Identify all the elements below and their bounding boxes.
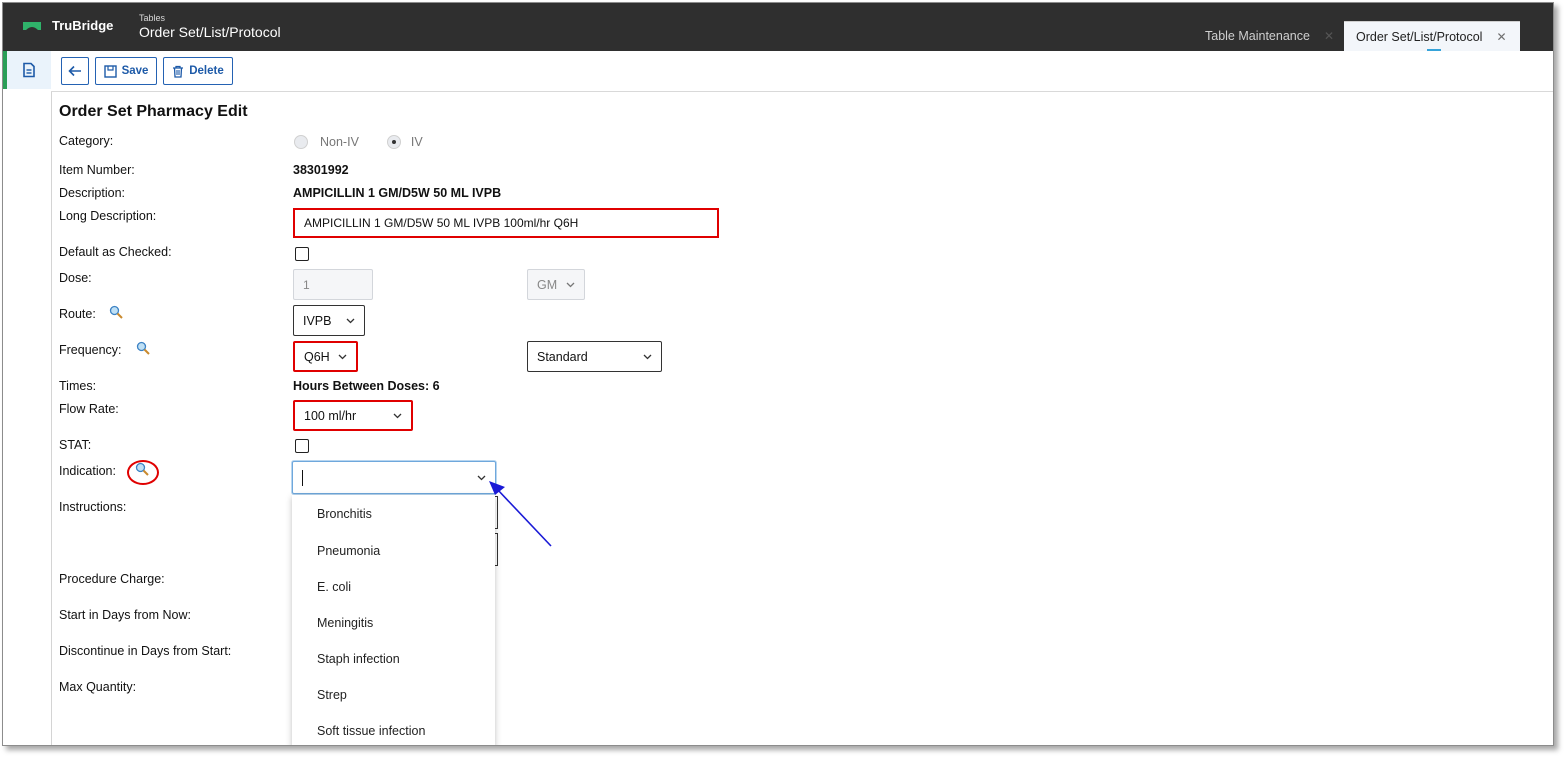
left-rail — [3, 51, 52, 745]
route-label-text: Route: — [59, 307, 96, 321]
radio-non-iv[interactable] — [294, 135, 308, 149]
trubridge-logo-icon — [23, 21, 41, 30]
flow-rate-label: Flow Rate: — [59, 402, 119, 416]
frequency-value: Q6H — [304, 349, 330, 364]
dose-label: Dose: — [59, 271, 92, 285]
route-select[interactable]: IVPB — [293, 305, 365, 336]
highlight-circle — [127, 460, 159, 485]
context-section: Tables — [139, 13, 166, 23]
tab-order-set[interactable]: Order Set/List/Protocol ✕ — [1344, 21, 1520, 52]
brand-name: TruBridge — [52, 18, 114, 33]
close-icon[interactable]: ✕ — [1324, 29, 1334, 43]
flow-rate-value: 100 ml/hr — [304, 408, 357, 423]
times-label: Times: — [59, 379, 97, 393]
procedure-charge-label: Procedure Charge: — [59, 572, 165, 586]
search-icon[interactable] — [109, 305, 123, 319]
frequency-schedule-value: Standard — [537, 349, 588, 364]
rail-item-document[interactable] — [3, 51, 51, 89]
dropdown-option[interactable]: E. coli — [292, 569, 495, 605]
close-icon[interactable]: ✕ — [1496, 30, 1506, 44]
stat-label: STAT: — [59, 438, 92, 452]
frequency-schedule-select[interactable]: Standard — [527, 341, 662, 372]
search-icon[interactable] — [136, 341, 150, 355]
radio-iv[interactable] — [386, 135, 401, 149]
start-days-label: Start in Days from Now: — [59, 608, 191, 622]
dose-value: 1 — [303, 277, 310, 292]
tab-label: Table Maintenance — [1205, 29, 1310, 43]
route-label: Route: — [59, 305, 123, 321]
chevron-down-icon — [643, 354, 652, 359]
arrow-left-icon — [68, 65, 81, 77]
text-cursor — [302, 469, 303, 486]
dose-input[interactable]: 1 — [293, 269, 373, 300]
default-checked-checkbox[interactable] — [295, 247, 309, 261]
indication-label-text: Indication: — [59, 464, 116, 478]
item-number-value: 38301992 — [293, 163, 349, 177]
dropdown-option[interactable]: Meningitis — [292, 605, 495, 641]
save-label: Save — [121, 65, 149, 77]
indication-dropdown-list: Bronchitis Pneumonia E. coli Meningitis … — [292, 495, 495, 745]
save-icon — [103, 64, 117, 78]
tab-label: Order Set/List/Protocol — [1356, 30, 1483, 44]
dose-unit-value: GM — [537, 277, 558, 292]
stat-checkbox[interactable] — [295, 439, 309, 453]
max-quantity-label: Max Quantity: — [59, 680, 137, 694]
page-title: Order Set Pharmacy Edit — [59, 103, 248, 120]
app-context: Tables Order Set/List/Protocol — [139, 13, 281, 41]
back-button[interactable] — [61, 57, 89, 85]
chevron-down-icon — [346, 318, 355, 323]
brand-logo: TruBridge — [22, 18, 113, 33]
frequency-label-text: Frequency: — [59, 343, 122, 357]
discontinue-days-label: Discontinue in Days from Start: — [59, 644, 232, 658]
dropdown-option[interactable]: Pneumonia — [292, 533, 495, 569]
category-radio-group: Non-IV IV — [294, 135, 423, 149]
dropdown-option[interactable]: Bronchitis — [292, 495, 495, 533]
radio-iv-label: IV — [410, 135, 423, 149]
dropdown-option[interactable]: Staph infection — [292, 641, 495, 677]
flow-rate-select[interactable]: 100 ml/hr — [293, 400, 413, 431]
top-bar: TruBridge Tables Order Set/List/Protocol… — [3, 3, 1553, 52]
dropdown-option[interactable]: Strep — [292, 677, 495, 713]
times-value: Hours Between Doses: 6 — [293, 379, 440, 393]
long-description-value: AMPICILLIN 1 GM/D5W 50 ML IVPB 100ml/hr … — [304, 216, 579, 230]
delete-button[interactable]: Delete — [163, 57, 233, 85]
route-value: IVPB — [303, 313, 332, 328]
instructions-label: Instructions: — [59, 500, 127, 514]
trash-icon — [173, 65, 184, 78]
indication-label: Indication: — [59, 462, 149, 478]
description-value: AMPICILLIN 1 GM/D5W 50 ML IVPB — [293, 186, 502, 200]
dose-unit-select[interactable]: GM — [527, 269, 585, 300]
long-description-label: Long Description: — [59, 209, 157, 223]
item-number-label: Item Number: — [59, 163, 135, 177]
toolbar: Save Delete — [51, 51, 1553, 92]
context-title: Order Set/List/Protocol — [139, 24, 281, 40]
app-window: TruBridge Tables Order Set/List/Protocol… — [2, 2, 1554, 746]
annotation-arrow-icon — [489, 481, 552, 547]
long-description-input[interactable]: AMPICILLIN 1 GM/D5W 50 ML IVPB 100ml/hr … — [293, 208, 719, 238]
default-checked-label: Default as Checked: — [59, 245, 172, 259]
dropdown-option[interactable]: Soft tissue infection — [292, 713, 495, 745]
delete-label: Delete — [189, 65, 224, 77]
tab-table-maintenance[interactable]: Table Maintenance ✕ — [1193, 21, 1346, 51]
radio-non-iv-label: Non-IV — [320, 135, 359, 149]
description-label: Description: — [59, 186, 125, 200]
frequency-label: Frequency: — [59, 341, 150, 357]
chevron-down-icon — [566, 282, 575, 287]
category-label: Category: — [59, 134, 114, 148]
frequency-select[interactable]: Q6H — [293, 341, 358, 372]
chevron-down-icon — [338, 354, 347, 359]
save-button[interactable]: Save — [95, 57, 157, 85]
chevron-down-icon — [393, 413, 402, 418]
indication-combobox[interactable] — [292, 461, 496, 494]
document-icon — [23, 62, 35, 78]
